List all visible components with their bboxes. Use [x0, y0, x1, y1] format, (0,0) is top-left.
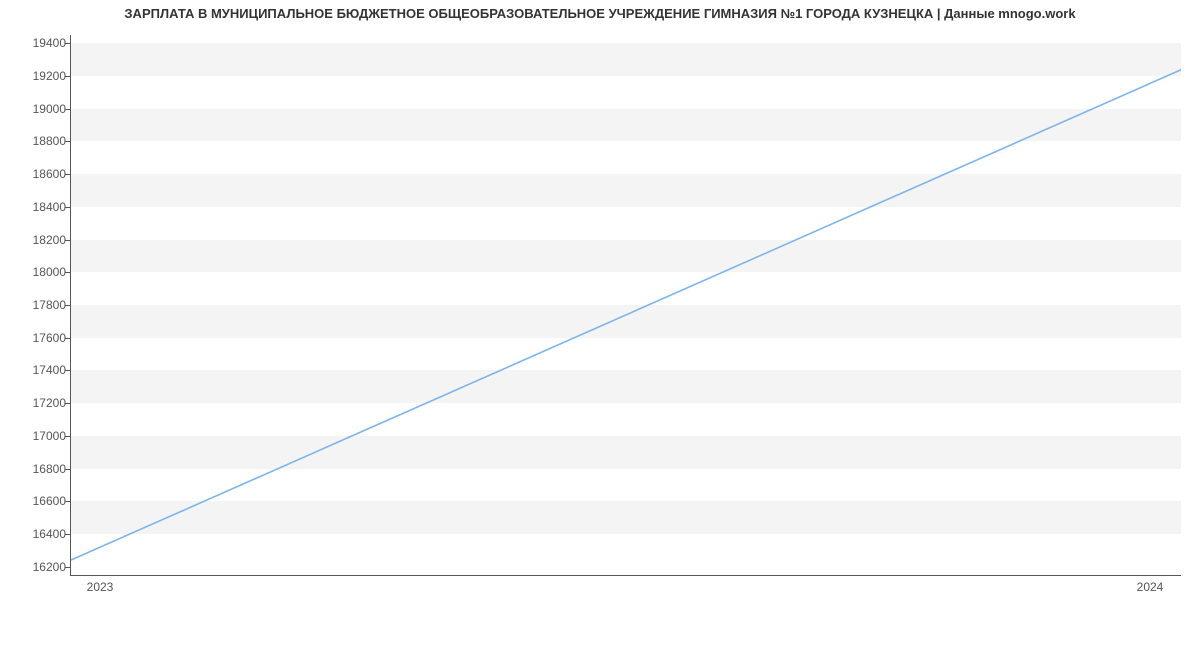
y-tick-label: 19200: [6, 69, 66, 83]
y-tick-label: 18800: [6, 134, 66, 148]
y-tick-label: 17400: [6, 363, 66, 377]
chart-container: ЗАРПЛАТА В МУНИЦИПАЛЬНОЕ БЮДЖЕТНОЕ ОБЩЕО…: [0, 0, 1200, 600]
chart-title: ЗАРПЛАТА В МУНИЦИПАЛЬНОЕ БЮДЖЕТНОЕ ОБЩЕО…: [0, 6, 1200, 21]
y-tick-label: 18000: [6, 265, 66, 279]
plot-area: [70, 35, 1181, 576]
y-tick-label: 16400: [6, 527, 66, 541]
y-tick-label: 19400: [6, 36, 66, 50]
y-tick-label: 17600: [6, 331, 66, 345]
y-tick-label: 17000: [6, 429, 66, 443]
x-tick-label: 2024: [1137, 580, 1164, 594]
x-tick-label: 2023: [87, 580, 114, 594]
y-tick-label: 17800: [6, 298, 66, 312]
y-tick-label: 18400: [6, 200, 66, 214]
y-tick-label: 16200: [6, 560, 66, 574]
y-tick-label: 17200: [6, 396, 66, 410]
data-line: [71, 69, 1181, 561]
y-tick-label: 18200: [6, 233, 66, 247]
y-tick-label: 19000: [6, 102, 66, 116]
y-tick-label: 16800: [6, 462, 66, 476]
y-tick-label: 16600: [6, 494, 66, 508]
line-layer: [71, 35, 1181, 575]
y-tick-label: 18600: [6, 167, 66, 181]
